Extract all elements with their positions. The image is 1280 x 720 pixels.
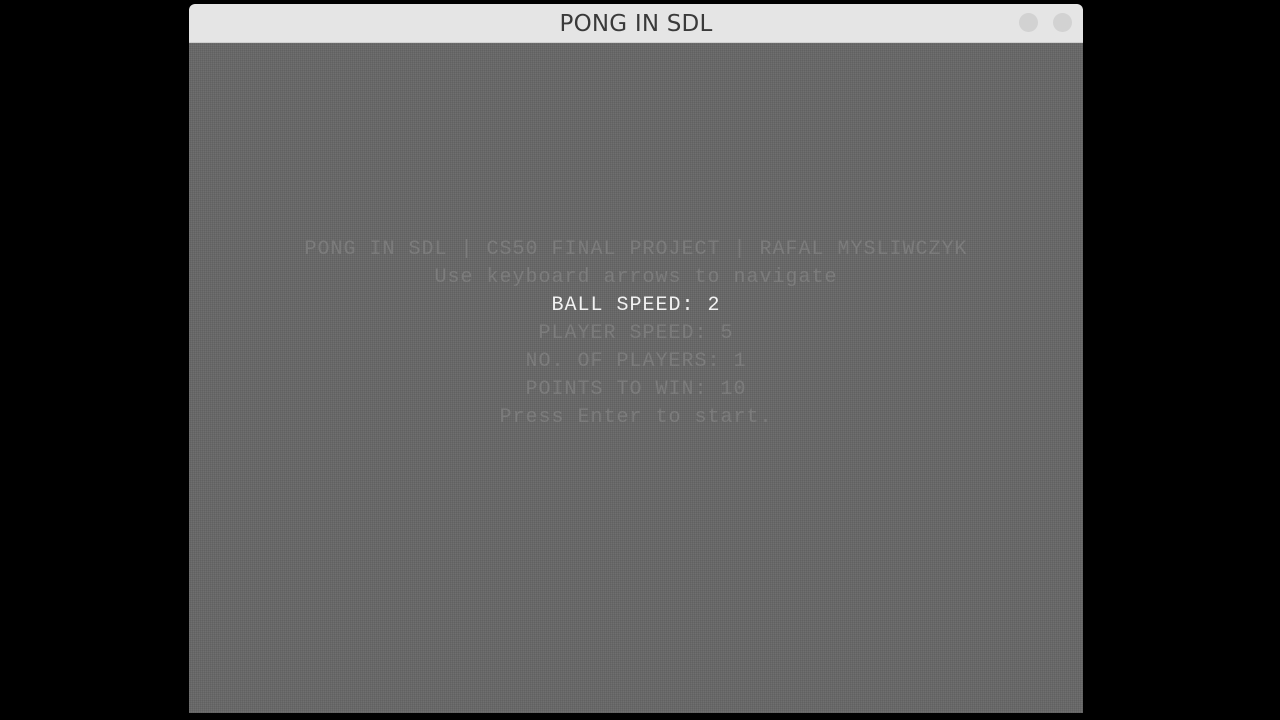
- minimize-button[interactable]: [1019, 13, 1038, 32]
- close-button[interactable]: [1053, 13, 1072, 32]
- menu-item-players[interactable]: NO. OF PLAYERS: 1: [189, 350, 1083, 374]
- game-canvas[interactable]: PONG IN SDL | CS50 FINAL PROJECT | RAFAL…: [189, 43, 1083, 713]
- title-bar[interactable]: PONG IN SDL: [189, 4, 1083, 43]
- window-title: PONG IN SDL: [559, 11, 713, 37]
- game-window: PONG IN SDL PONG IN SDL | CS50 FINAL PRO…: [189, 4, 1083, 713]
- menu-header: PONG IN SDL | CS50 FINAL PROJECT | RAFAL…: [304, 238, 968, 261]
- menu-item-ball-speed[interactable]: BALL SPEED: 2: [189, 294, 1083, 318]
- menu-item-player-speed[interactable]: PLAYER SPEED: 5: [189, 322, 1083, 346]
- menu-start-prompt: Press Enter to start.: [499, 406, 773, 429]
- menu-item-points-to-win[interactable]: POINTS TO WIN: 10: [189, 378, 1083, 402]
- menu-hint: Use keyboard arrows to navigate: [434, 266, 838, 289]
